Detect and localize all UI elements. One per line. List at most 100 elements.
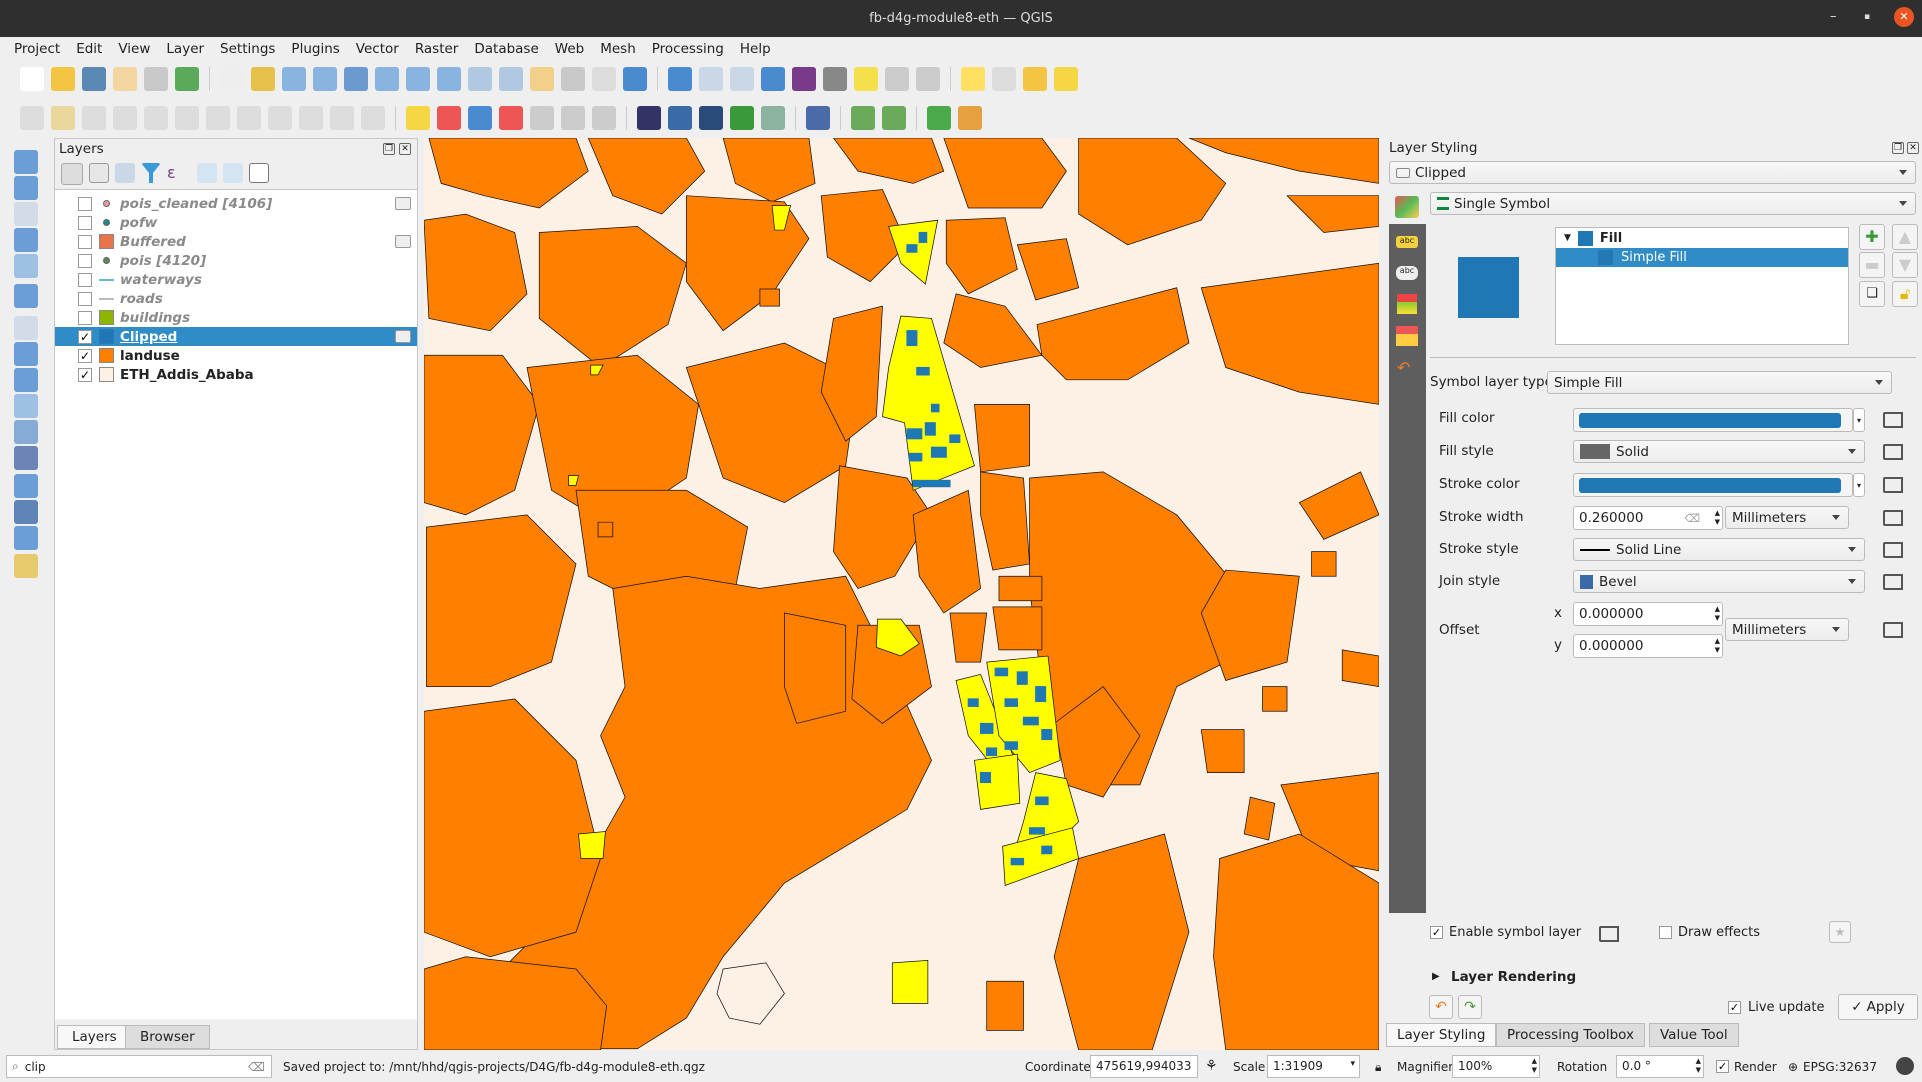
geometry-checker-icon[interactable] (851, 106, 875, 130)
labels-icon[interactable]: abc (1396, 236, 1418, 248)
data-defined-override-icon[interactable] (1883, 510, 1903, 526)
menu-vector[interactable]: Vector (348, 41, 407, 57)
move-up-button[interactable]: ▲ (1892, 224, 1918, 250)
add-wfs-icon[interactable] (14, 500, 38, 524)
add-mesh-layer-icon[interactable] (14, 368, 38, 392)
live-update-checkbox[interactable]: ✓ (1728, 1001, 1741, 1014)
zoom-native-icon[interactable] (437, 67, 461, 91)
history-icon[interactable]: ↶ (1397, 358, 1417, 377)
diagram-tool-icon[interactable] (437, 106, 461, 130)
close-panel-icon[interactable]: ✕ (399, 143, 411, 155)
current-edits-icon[interactable] (20, 106, 44, 130)
renderer-selector[interactable]: Single Symbol (1430, 192, 1916, 215)
layer-item-eth-addis-ababa[interactable]: ✓ ETH_Addis_Ababa (55, 365, 417, 384)
pan-icon[interactable] (220, 67, 244, 91)
topology-icon[interactable] (882, 106, 906, 130)
menu-edit[interactable]: Edit (68, 41, 110, 57)
layer-item-buffered[interactable]: Buffered (55, 232, 417, 251)
tab-browser[interactable]: Browser (125, 1025, 210, 1049)
add-symbol-layer-button[interactable]: ✚ (1859, 224, 1885, 250)
add-spatialite-icon[interactable] (14, 420, 38, 444)
menu-plugins[interactable]: Plugins (283, 41, 347, 57)
visibility-icon[interactable] (115, 163, 135, 183)
tab-layers[interactable]: Layers (57, 1025, 132, 1049)
stroke-color-dropdown[interactable]: ▾ (1853, 473, 1865, 497)
layer-visibility-checkbox[interactable] (78, 196, 92, 211)
layer-item-pofw[interactable]: pofw (55, 213, 417, 232)
add-virtual-layer-icon[interactable] (14, 554, 38, 578)
menu-mesh[interactable]: Mesh (592, 41, 644, 57)
layer-visibility-checkbox[interactable] (78, 215, 92, 230)
temporary-layer-icon[interactable] (395, 197, 411, 210)
menu-layer[interactable]: Layer (158, 41, 212, 57)
zoom-last-icon[interactable] (468, 67, 492, 91)
menu-help[interactable]: Help (732, 41, 779, 57)
layer-visibility-checkbox[interactable] (78, 253, 92, 268)
layer-item-buildings[interactable]: buildings (55, 308, 417, 327)
apply-button[interactable]: ✓ Apply (1838, 994, 1918, 1020)
save-project-icon[interactable] (82, 67, 106, 91)
rotation-input[interactable]: 0.0 ° ▲ ▼ (1616, 1055, 1704, 1078)
fill-color-button[interactable] (1573, 408, 1853, 432)
undo-button[interactable]: ↶ (1429, 995, 1453, 1019)
select-by-value-icon[interactable] (992, 67, 1016, 91)
new-print-layout-icon[interactable] (113, 67, 137, 91)
layer-item-landuse[interactable]: ✓ landuse (55, 346, 417, 365)
magnifier-input[interactable]: 100% ▲ ▼ (1452, 1055, 1540, 1078)
add-feature-icon[interactable] (113, 106, 137, 130)
zoom-out-icon[interactable] (313, 67, 337, 91)
show-bookmarks-icon[interactable] (561, 67, 585, 91)
add-vector-layer-icon[interactable] (14, 316, 38, 340)
field-calculator-icon[interactable] (730, 67, 754, 91)
lock-layer-button[interactable]: 🔓︎ (1892, 281, 1918, 307)
delete-selected-icon[interactable] (206, 106, 230, 130)
statistics-icon[interactable] (761, 67, 785, 91)
layer-item-waterways[interactable]: waterways (55, 270, 417, 289)
map-render[interactable] (424, 138, 1379, 1050)
enable-symbol-layer-checkbox[interactable]: ✓ (1430, 926, 1443, 939)
undo-icon[interactable] (330, 106, 354, 130)
text-annotation-icon[interactable] (916, 67, 940, 91)
collapse-all-icon[interactable] (223, 163, 243, 183)
add-postgis-icon[interactable] (14, 446, 38, 470)
new-geopackage-layer-icon[interactable] (14, 176, 38, 200)
layer-visibility-checkbox[interactable] (78, 272, 92, 287)
info-icon[interactable] (730, 106, 754, 130)
layer-visibility-checkbox[interactable]: ✓ (78, 348, 92, 363)
sum-icon[interactable] (792, 67, 816, 91)
offset-y-input[interactable]: 0.000000 ▲ ▼ (1573, 634, 1723, 658)
new-project-icon[interactable] (20, 67, 44, 91)
minimize-button[interactable]: – (1830, 9, 1837, 24)
zoom-in-icon[interactable] (282, 67, 306, 91)
offset-x-input[interactable]: 0.000000 ▲ ▼ (1573, 602, 1723, 626)
data-defined-override-icon[interactable] (1883, 622, 1903, 638)
data-defined-override-icon[interactable] (1883, 542, 1903, 558)
measure-icon[interactable] (823, 67, 847, 91)
tab-layer-styling[interactable]: Layer Styling (1386, 1023, 1497, 1047)
rotate-label-icon[interactable] (561, 106, 585, 130)
data-defined-override-icon[interactable] (1883, 574, 1903, 590)
tab-processing-toolbox[interactable]: Processing Toolbox (1496, 1023, 1646, 1047)
python-icon[interactable] (668, 106, 692, 130)
scale-select[interactable]: 1:31909 ▾ (1267, 1055, 1360, 1078)
label-tool-icon[interactable] (406, 106, 430, 130)
save-edits-icon[interactable] (82, 106, 106, 130)
add-polygon-icon[interactable] (1054, 67, 1078, 91)
close-button[interactable]: ✕ (1894, 7, 1914, 27)
offset-unit-select[interactable]: Millimeters (1725, 618, 1849, 641)
expand-all-icon[interactable] (197, 163, 217, 183)
expression-filter-icon[interactable]: ε (167, 163, 191, 183)
coordinate-field[interactable]: 475619,994033 (1090, 1055, 1198, 1078)
quick-osm-icon[interactable] (958, 106, 982, 130)
duplicate-layer-button[interactable]: ❏ (1859, 281, 1885, 307)
draw-effects-checkbox[interactable] (1659, 926, 1672, 939)
new-spatialite-layer-icon[interactable] (14, 228, 38, 252)
stroke-style-select[interactable]: Solid Line (1573, 538, 1865, 561)
data-defined-override-icon[interactable] (1599, 926, 1619, 942)
masks-icon[interactable]: abc (1396, 266, 1418, 280)
new-shapefile-layer-icon[interactable] (14, 202, 38, 226)
add-delimited-text-icon[interactable] (14, 394, 38, 418)
show-hide-labels-icon[interactable] (499, 106, 523, 130)
join-style-select[interactable]: Bevel (1573, 570, 1865, 593)
deselect-icon[interactable] (1023, 67, 1047, 91)
